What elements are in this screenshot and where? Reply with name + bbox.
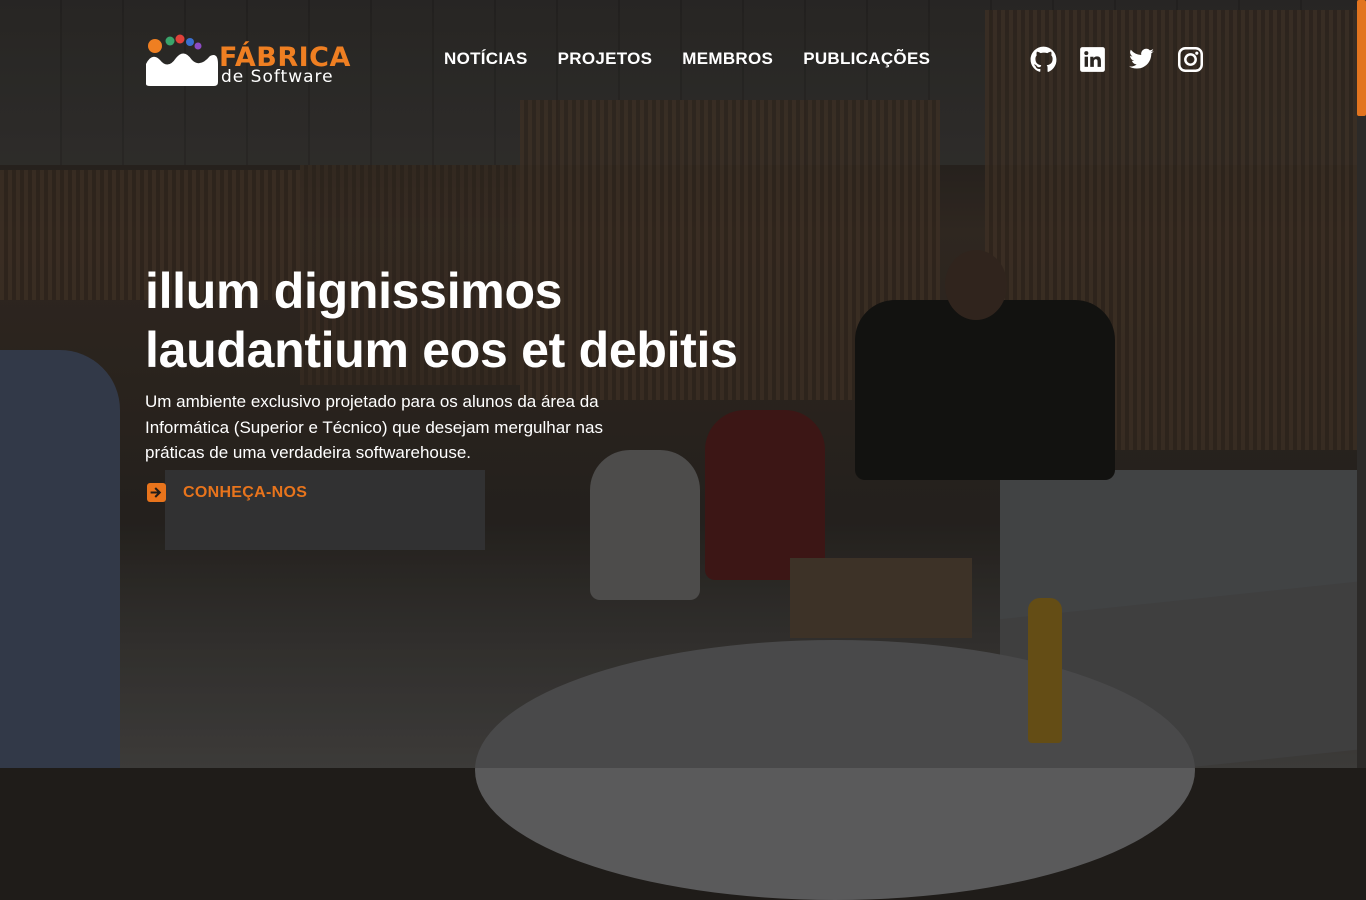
- main-nav: NOTÍCIAS PROJETOS MEMBROS PUBLICAÇÕES: [444, 49, 930, 69]
- github-link[interactable]: [1030, 46, 1057, 73]
- nav-item-publicacoes[interactable]: PUBLICAÇÕES: [803, 49, 930, 69]
- hero-title-highlight-text: et debitis: [521, 322, 738, 378]
- nav-item-membros[interactable]: MEMBROS: [682, 49, 773, 69]
- cta-label: CONHEÇA-NOS: [183, 483, 308, 501]
- logo-mark-icon: [146, 34, 218, 86]
- hero-description: Um ambiente exclusivo projetado para os …: [145, 392, 603, 462]
- instagram-icon: [1178, 47, 1203, 72]
- hero-title: illum dignissimos laudantium eos et debi…: [145, 262, 741, 380]
- nav-item-noticias[interactable]: NOTÍCIAS: [444, 49, 528, 69]
- arrow-right-square-icon: [147, 483, 166, 502]
- hero-title-highlight: et debitis: [519, 321, 741, 380]
- scrollbar-thumb[interactable]: [1357, 0, 1366, 116]
- site-logo[interactable]: FÁBRICA de Software: [144, 34, 364, 90]
- github-icon: [1030, 46, 1057, 72]
- dark-overlay: [0, 0, 1366, 768]
- social-links: [1030, 46, 1204, 73]
- linkedin-link[interactable]: [1079, 46, 1106, 73]
- linkedin-icon: [1080, 47, 1105, 72]
- hero-background-photo: [0, 0, 1366, 900]
- instagram-link[interactable]: [1177, 46, 1204, 73]
- hero-title-line1: illum dignissimos: [145, 263, 563, 319]
- hero-title-line2: laudantium eos: [145, 322, 522, 378]
- logo-subtitle: de Software: [221, 67, 334, 87]
- nav-item-projetos[interactable]: PROJETOS: [558, 49, 653, 69]
- twitter-link[interactable]: [1128, 46, 1155, 73]
- conheca-nos-button[interactable]: CONHEÇA-NOS: [147, 483, 307, 502]
- twitter-icon: [1129, 48, 1154, 69]
